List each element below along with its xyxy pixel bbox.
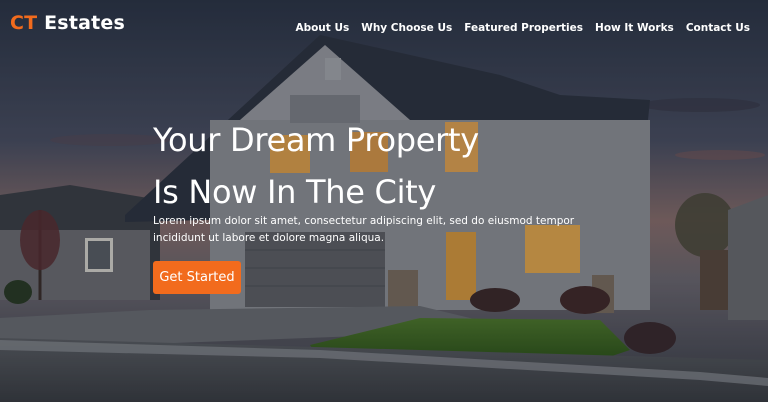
nav-item-featured-properties[interactable]: Featured Properties [464,22,583,34]
nav-item-why-choose-us[interactable]: Why Choose Us [361,22,452,34]
hero-headline: Your Dream Property Is Now In The City [153,114,573,218]
main-nav: About Us Why Choose Us Featured Properti… [295,22,750,34]
hero-lead-text: Lorem ipsum dolor sit amet, consectetur … [153,215,575,244]
hero-section: CT Estates About Us Why Choose Us Featur… [0,0,768,402]
brand-accent: CT [10,12,38,34]
nav-item-how-it-works[interactable]: How It Works [595,22,674,34]
brand-name: Estates [37,12,125,34]
hero-headline-line-1: Your Dream Property [153,121,479,159]
brand-logo[interactable]: CT Estates [10,12,125,34]
nav-item-contact-us[interactable]: Contact Us [686,22,750,34]
nav-item-about-us[interactable]: About Us [295,22,349,34]
get-started-button[interactable]: Get Started [153,261,241,294]
hero-headline-line-2: Is Now In The City [153,173,437,211]
